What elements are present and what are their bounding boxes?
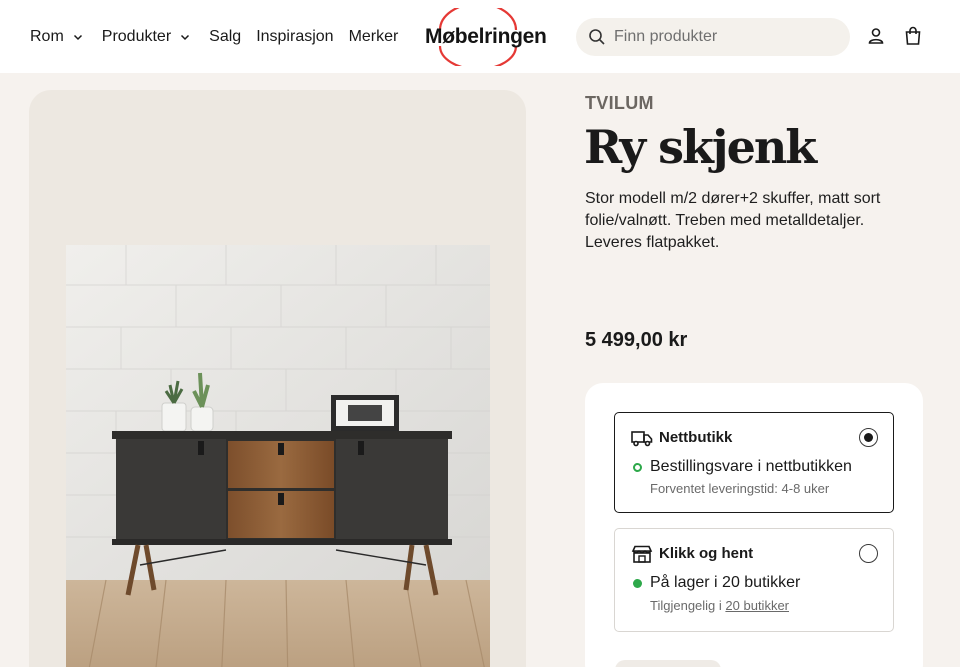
- nav-item-salg[interactable]: Salg: [209, 28, 241, 46]
- user-icon[interactable]: [866, 26, 886, 46]
- availability-prefix: Tilgjengelig i: [650, 598, 722, 613]
- radio-dot: [863, 432, 873, 442]
- nav-item-label: Inspirasjon: [256, 27, 334, 45]
- chevron-down-icon: [73, 34, 82, 40]
- logo-text: Møbelringen: [425, 25, 547, 48]
- partial-button[interactable]: [615, 660, 721, 667]
- delivery-option-klikk-og-hent[interactable]: Klikk og hent På lager i 20 butikker Til…: [614, 528, 894, 632]
- option-title: Nettbutikk: [659, 429, 733, 446]
- radio-button-unselected[interactable]: [859, 544, 878, 563]
- nav-item-inspirasjon[interactable]: Inspirasjon: [256, 28, 333, 46]
- availability-text: Tilgjengelig i 20 butikker: [650, 598, 789, 613]
- delivery-option-nettbutikk[interactable]: Nettbutikk Bestillingsvare i nettbutikke…: [614, 412, 894, 513]
- site-header: Rom Produkter Salg Inspirasjon Merker Mø…: [0, 0, 960, 73]
- main-nav: Rom Produkter Salg Inspirasjon Merker: [30, 0, 398, 73]
- delivery-options-card: Nettbutikk Bestillingsvare i nettbutikke…: [585, 383, 923, 667]
- radio-button-selected[interactable]: [859, 428, 878, 447]
- product-brand[interactable]: TVILUM: [585, 93, 654, 114]
- nav-item-produkter[interactable]: Produkter: [102, 28, 191, 46]
- search-bar[interactable]: [576, 18, 850, 56]
- nav-item-label: Rom: [30, 27, 64, 45]
- product-photo[interactable]: [66, 245, 490, 667]
- search-input[interactable]: [614, 28, 834, 46]
- stores-link[interactable]: 20 butikker: [725, 598, 789, 613]
- truck-icon: [631, 431, 653, 447]
- delivery-time: Forventet leveringstid: 4-8 uker: [650, 481, 830, 496]
- product-price: 5 499,00 kr: [585, 329, 688, 351]
- nav-item-label: Produkter: [101, 27, 172, 45]
- stock-status: På lager i 20 butikker: [633, 574, 800, 592]
- product-image-panel: [29, 90, 526, 667]
- option-title: Klikk og hent: [659, 545, 754, 562]
- stock-status: Bestillingsvare i nettbutikken: [633, 458, 852, 476]
- nav-item-rom[interactable]: Rom: [30, 28, 84, 46]
- status-dot-icon: [633, 578, 642, 588]
- search-icon: [589, 29, 605, 45]
- product-description: Stor modell m/2 dører+2 skuffer, matt so…: [585, 190, 881, 251]
- stock-status-text: På lager i 20 butikker: [650, 574, 801, 591]
- product-title: Ry skjenk: [584, 120, 817, 174]
- status-ring-icon: [633, 462, 642, 472]
- nav-item-label: Salg: [209, 27, 242, 45]
- shopping-bag-icon[interactable]: [903, 26, 923, 46]
- stock-status-text: Bestillingsvare i nettbutikken: [650, 458, 852, 475]
- nav-item-label: Merker: [348, 27, 399, 45]
- chevron-down-icon: [181, 34, 190, 40]
- store-icon: [631, 545, 653, 563]
- site-logo[interactable]: Møbelringen: [418, 8, 547, 66]
- nav-item-merker[interactable]: Merker: [349, 28, 399, 46]
